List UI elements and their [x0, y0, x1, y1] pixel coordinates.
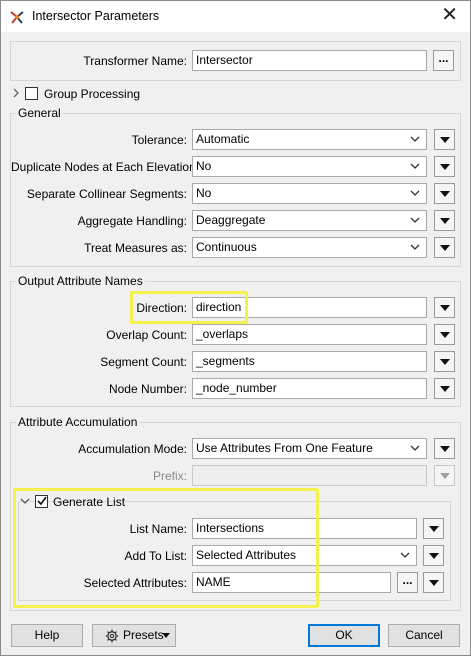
title-bar: Intersector Parameters ✕: [1, 1, 470, 32]
treat-measures-label: Treat Measures as:: [84, 241, 187, 255]
triangle-down-icon: [429, 526, 439, 532]
chevron-down-icon: [410, 244, 420, 250]
transformer-name-label: Transformer Name:: [83, 54, 187, 68]
triangle-down-icon: [440, 305, 450, 311]
list-name-menu-button[interactable]: [423, 518, 444, 539]
chevron-down-icon: [410, 217, 420, 223]
dropdown-arrow-icon: [162, 633, 170, 638]
triangle-down-icon: [440, 473, 450, 479]
selected-attributes-browse-button[interactable]: ...: [397, 572, 418, 593]
accumulation-mode-select[interactable]: Use Attributes From One Feature: [192, 438, 427, 459]
presets-button[interactable]: Presets: [92, 624, 176, 647]
chevron-down-icon: [410, 190, 420, 196]
close-icon[interactable]: ✕: [441, 5, 458, 25]
group-processing-label: Group Processing: [44, 87, 141, 101]
duplicate-nodes-label: Duplicate Nodes at Each Elevation:: [11, 160, 200, 174]
treat-measures-value: Continuous: [196, 240, 257, 254]
presets-button-label: Presets: [123, 628, 164, 642]
triangle-down-icon: [440, 191, 450, 197]
chevron-down-icon: [410, 136, 420, 142]
direction-menu-button[interactable]: [434, 297, 455, 318]
node-number-label: Node Number:: [108, 382, 187, 396]
ok-button-label: OK: [335, 628, 353, 642]
separate-collinear-select[interactable]: No: [192, 183, 427, 204]
prefix-input: [192, 465, 427, 486]
tolerance-label: Tolerance:: [131, 133, 187, 147]
prefix-menu-button: [434, 465, 455, 486]
treat-measures-select[interactable]: Continuous: [192, 237, 427, 258]
separate-collinear-menu-button[interactable]: [434, 183, 455, 204]
triangle-down-icon: [440, 137, 450, 143]
triangle-down-icon: [429, 580, 439, 586]
window-title: Intersector Parameters: [32, 9, 160, 23]
duplicate-nodes-menu-button[interactable]: [434, 156, 455, 177]
chevron-down-icon: [410, 163, 420, 169]
node-number-menu-button[interactable]: [434, 378, 455, 399]
separate-collinear-value: No: [196, 186, 212, 200]
tolerance-value: Automatic: [196, 132, 250, 146]
fme-app-icon: [10, 11, 24, 24]
overlap-count-menu-button[interactable]: [434, 324, 455, 345]
triangle-down-icon: [440, 359, 450, 365]
prefix-label: Prefix:: [152, 469, 187, 483]
tolerance-select[interactable]: Automatic: [192, 129, 427, 150]
intersector-parameters-dialog: Intersector Parameters ✕ Transformer Nam…: [0, 0, 471, 656]
segment-count-input[interactable]: _segments: [192, 351, 427, 372]
segment-count-menu-button[interactable]: [434, 351, 455, 372]
aggregate-handling-select[interactable]: Deaggregate: [192, 210, 427, 231]
general-group-title: General: [16, 106, 63, 120]
group-processing-checkbox[interactable]: [25, 87, 38, 100]
duplicate-nodes-value: No: [196, 159, 212, 173]
node-number-input[interactable]: _node_number: [192, 378, 427, 399]
output-attribute-names-title: Output Attribute Names: [16, 274, 145, 288]
overlap-count-input[interactable]: _overlaps: [192, 324, 427, 345]
chevron-down-icon: [400, 552, 410, 558]
aggregate-handling-value: Deaggregate: [196, 213, 266, 227]
chevron-down-icon: [410, 445, 420, 451]
chevron-right-icon[interactable]: [11, 88, 21, 98]
help-button-label: Help: [34, 628, 60, 642]
selected-attributes-menu-button[interactable]: [423, 572, 444, 593]
duplicate-nodes-select[interactable]: No: [192, 156, 427, 177]
add-to-list-menu-button[interactable]: [423, 545, 444, 566]
generate-list-highlight: [13, 488, 319, 608]
gear-icon: [105, 629, 119, 643]
segment-count-label: Segment Count:: [100, 355, 187, 369]
aggregate-handling-menu-button[interactable]: [434, 210, 455, 231]
triangle-down-icon: [440, 164, 450, 170]
accumulation-mode-label: Accumulation Mode:: [78, 442, 187, 456]
help-button[interactable]: Help: [11, 624, 83, 647]
direction-highlight: [130, 291, 248, 324]
cancel-button-label: Cancel: [405, 628, 443, 642]
triangle-down-icon: [440, 332, 450, 338]
triangle-down-icon: [440, 446, 450, 452]
triangle-down-icon: [440, 386, 450, 392]
triangle-down-icon: [440, 245, 450, 251]
cancel-button[interactable]: Cancel: [388, 624, 460, 647]
triangle-down-icon: [429, 553, 439, 559]
accumulation-mode-menu-button[interactable]: [434, 438, 455, 459]
transformer-name-input[interactable]: Intersector: [192, 50, 427, 71]
overlap-count-label: Overlap Count:: [106, 328, 187, 342]
tolerance-menu-button[interactable]: [434, 129, 455, 150]
accumulation-mode-value: Use Attributes From One Feature: [196, 441, 373, 455]
treat-measures-menu-button[interactable]: [434, 237, 455, 258]
attribute-accumulation-title: Attribute Accumulation: [16, 415, 140, 429]
aggregate-handling-label: Aggregate Handling:: [77, 214, 187, 228]
triangle-down-icon: [440, 218, 450, 224]
ok-button[interactable]: OK: [308, 624, 380, 647]
separate-collinear-label: Separate Collinear Segments:: [26, 187, 187, 201]
transformer-name-browse-button[interactable]: ...: [433, 50, 454, 71]
